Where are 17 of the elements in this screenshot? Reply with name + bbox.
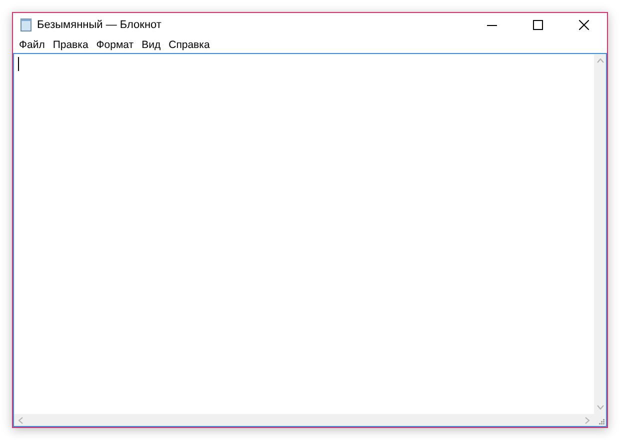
menu-item[interactable]: Правка [48,37,92,53]
menu-item[interactable]: Формат [92,37,138,53]
horizontal-scrollbar[interactable] [14,414,594,426]
maximize-icon [533,20,543,30]
text-cursor [18,57,19,71]
vertical-scrollbar[interactable] [594,54,606,414]
menu-item[interactable]: Файл [15,37,49,53]
scroll-down-icon[interactable] [596,405,604,410]
scroll-left-icon[interactable] [18,416,23,424]
close-icon [579,20,589,30]
scroll-up-icon[interactable] [596,58,604,63]
menu-item[interactable]: Вид [138,37,165,53]
scroll-right-icon[interactable] [585,416,590,424]
notepad-icon [20,18,32,32]
window-title: Безымянный — Блокнот [37,18,162,33]
menu-item[interactable]: Справка [164,37,214,53]
resize-grip-icon[interactable] [598,418,605,425]
